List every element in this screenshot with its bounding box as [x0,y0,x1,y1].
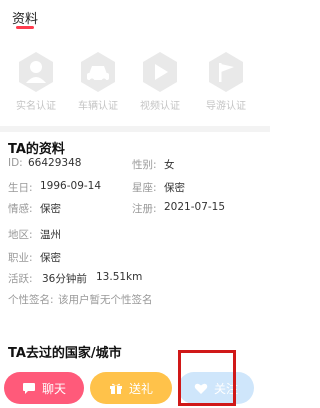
registered-label: 注册: [132,203,157,215]
certification-row: 实名认证 车辆认证 视频认证 导游认证 [0,50,270,120]
job-value: 保密 [40,252,61,264]
region-value: 温州 [40,229,61,241]
gift-button[interactable]: 送礼 [90,372,172,404]
cert-real-name[interactable]: 实名认证 [10,50,62,112]
active-label: 活跃: [8,273,33,285]
active-time: 36分钟前 [42,273,87,285]
highlight-box [178,350,236,406]
section-divider [0,126,270,132]
zodiac-label: 星座: [132,182,157,194]
cert-video[interactable]: 视频认证 [134,50,186,112]
cert-label: 视频认证 [140,101,180,112]
flag-hexagon-icon [209,52,243,92]
gift-label: 送礼 [128,381,153,396]
active-distance: 13.51km [96,271,143,283]
signature-value: 该用户暂无个性签名 [58,294,153,306]
profile-section-title: TA的资料 [8,142,65,157]
birthday-value: 1996-09-14 [40,180,102,192]
tab-active-indicator [16,26,34,29]
cert-guide[interactable]: 导游认证 [200,50,252,112]
relationship-label: 情感: [8,203,33,215]
play-hexagon-icon [143,52,177,92]
chat-label: 聊天 [41,381,66,396]
gender-value: 女 [164,159,175,171]
gift-icon [109,383,122,394]
chat-bubble-icon [22,382,35,394]
signature-label: 个性签名: [8,294,54,306]
relationship-value: 保密 [40,203,61,215]
countries-section-title: TA去过的国家/城市 [8,346,122,361]
zodiac-value: 保密 [164,182,185,194]
chat-button[interactable]: 聊天 [4,372,84,404]
person-hexagon-icon [19,52,53,92]
registered-value: 2021-07-15 [164,201,226,213]
region-label: 地区: [8,229,33,241]
id-label: ID: [8,157,23,169]
car-hexagon-icon [81,52,115,92]
id-value: 66429348 [28,157,82,169]
cert-label: 实名认证 [16,101,56,112]
cert-label: 车辆认证 [78,101,118,112]
job-label: 职业: [8,252,33,264]
tab-profile[interactable]: 资料 [12,8,38,27]
cert-vehicle[interactable]: 车辆认证 [72,50,124,112]
gender-label: 性别: [132,159,157,171]
header-tabbar: 资料 [0,0,270,34]
cert-label: 导游认证 [206,101,246,112]
birthday-label: 生日: [8,182,33,194]
